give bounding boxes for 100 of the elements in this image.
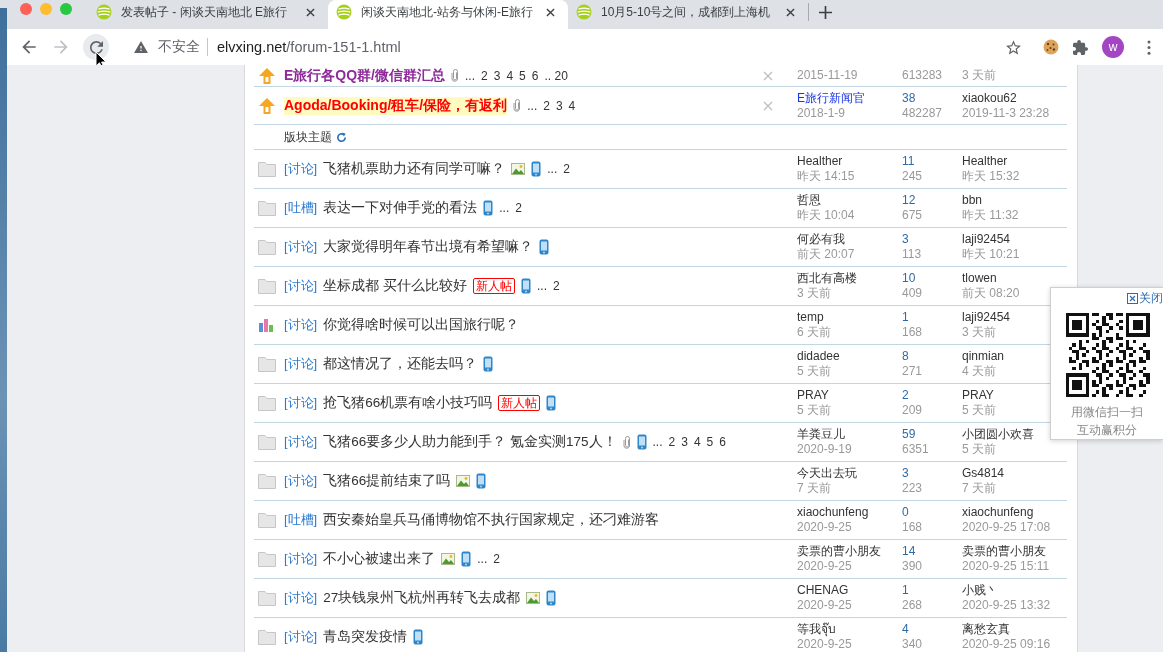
page-link[interactable]: 2 bbox=[668, 435, 676, 449]
thread-title-link[interactable]: 都这情况了，还能去吗？ bbox=[323, 355, 478, 373]
author-link[interactable]: 今天出去玩 bbox=[797, 466, 857, 481]
security-label[interactable]: 不安全 bbox=[158, 38, 200, 56]
category-link[interactable]: [讨论] bbox=[284, 589, 318, 607]
category-link[interactable]: [讨论] bbox=[284, 277, 318, 295]
category-link[interactable]: [讨论] bbox=[284, 628, 318, 646]
warning-icon[interactable] bbox=[134, 41, 148, 53]
thread-title-link[interactable]: 西安秦始皇兵马俑博物馆不执行国家规定，还刁难游客 bbox=[323, 511, 660, 529]
last-poster-link[interactable]: xiaochunfeng bbox=[962, 505, 1034, 520]
last-poster-link[interactable]: Healther bbox=[962, 154, 1008, 169]
category-link[interactable]: [吐槽] bbox=[284, 199, 318, 217]
author-link[interactable]: 卖票的曹小朋友 bbox=[797, 544, 881, 559]
last-poster-link[interactable]: laji92454 bbox=[962, 232, 1011, 247]
author-link[interactable]: 何必有我 bbox=[797, 232, 845, 247]
cookie-icon[interactable] bbox=[1043, 39, 1059, 55]
page-link[interactable]: 3 bbox=[493, 68, 501, 83]
category-link[interactable]: [讨论] bbox=[284, 355, 318, 373]
thread-title-link[interactable]: 飞猪66提前结束了吗 bbox=[323, 472, 451, 490]
thread-title-link[interactable]: E旅行各QQ群/微信群汇总 bbox=[284, 66, 445, 85]
thread-title-link[interactable]: 飞猪66要多少人助力能到手？ 氪金实测175人！ bbox=[323, 433, 617, 451]
profile-avatar[interactable]: w bbox=[1102, 36, 1124, 58]
author-link[interactable]: 等我จุ๊บ bbox=[797, 622, 836, 637]
thread-title-link[interactable]: 大家觉得明年春节出境有希望嘛？ bbox=[323, 238, 534, 256]
category-link[interactable]: [讨论] bbox=[284, 550, 318, 568]
category-link[interactable]: [吐槽] bbox=[284, 511, 318, 529]
page-link[interactable]: 4 bbox=[693, 435, 701, 449]
page-link[interactable]: 6 bbox=[719, 435, 726, 449]
page-link[interactable]: 2 bbox=[481, 68, 488, 83]
puzzle-icon[interactable] bbox=[1073, 39, 1088, 55]
refresh-icon[interactable] bbox=[336, 131, 347, 143]
author-link[interactable]: 西北有高楼 bbox=[797, 271, 857, 286]
category-link[interactable]: [讨论] bbox=[284, 433, 318, 451]
category-link[interactable]: [讨论] bbox=[284, 316, 318, 334]
post-date: 3 天前 bbox=[797, 286, 831, 301]
close-icon[interactable] bbox=[306, 7, 315, 17]
folder-icon bbox=[258, 512, 276, 528]
last-poster-link[interactable]: 离愁玄真 bbox=[962, 622, 1010, 637]
last-poster-link[interactable]: tlowen bbox=[962, 271, 997, 286]
browser-tab[interactable]: 闲谈天南地北-站务与休闲-E旅行 bbox=[328, 0, 568, 29]
category-link[interactable]: [讨论] bbox=[284, 160, 318, 178]
address-field[interactable]: elvxing.net/forum-151-1.html bbox=[217, 39, 401, 55]
author-link[interactable]: didadee bbox=[797, 349, 840, 364]
thread-title-link[interactable]: 飞猪机票助力还有同学可嘛？ bbox=[323, 160, 506, 178]
last-poster-link[interactable]: 小贱丶 bbox=[962, 583, 998, 598]
page-link[interactable]: 2 bbox=[543, 98, 550, 113]
page-link[interactable]: 4 bbox=[506, 68, 514, 83]
plus-icon[interactable] bbox=[819, 6, 832, 19]
page-link[interactable]: 6 bbox=[531, 68, 539, 83]
menu-icon[interactable] bbox=[1147, 39, 1151, 55]
phone-icon bbox=[636, 434, 647, 450]
close-icon[interactable] bbox=[786, 7, 795, 17]
author-link[interactable]: 羊粪豆儿 bbox=[797, 427, 845, 442]
thread-title-link[interactable]: 坐标成都 买什么比较好 bbox=[323, 277, 467, 295]
page-link[interactable]: 3 bbox=[555, 98, 563, 113]
page-link[interactable]: 3 bbox=[681, 435, 688, 449]
last-poster-link[interactable]: qinmian bbox=[962, 349, 1005, 364]
thread-title-link[interactable]: 不小心被逮出来了 bbox=[323, 550, 436, 568]
view-count: 168 bbox=[902, 325, 923, 340]
page-link[interactable]: 2 bbox=[515, 201, 522, 215]
page-link[interactable]: 4 bbox=[568, 98, 576, 113]
last-poster-link[interactable]: 卖票的曹小朋友 bbox=[962, 544, 1046, 559]
browser-tab[interactable]: 发表帖子 - 闲谈天南地北 E旅行 bbox=[88, 0, 328, 29]
last-poster-link[interactable]: Gs4814 bbox=[962, 466, 1005, 481]
thread-title-link[interactable]: Agoda/Booking/租车/保险，有返利 bbox=[284, 96, 508, 115]
author-link[interactable]: E旅行新闻官 bbox=[797, 90, 865, 106]
folder-icon bbox=[258, 161, 276, 177]
category-link[interactable]: [讨论] bbox=[284, 472, 318, 490]
author-link[interactable]: Healther bbox=[797, 154, 843, 169]
page-link[interactable]: .. 20 bbox=[544, 68, 568, 83]
reload-button[interactable] bbox=[83, 34, 109, 60]
author-link[interactable]: 哲恩 bbox=[797, 193, 821, 208]
page-link[interactable]: 5 bbox=[519, 68, 526, 83]
category-link[interactable]: [讨论] bbox=[284, 394, 318, 412]
page-link[interactable]: 2 bbox=[563, 162, 570, 176]
thread-title-link[interactable]: 抢飞猪66机票有啥小技巧吗 bbox=[323, 394, 493, 412]
category-link[interactable]: [讨论] bbox=[284, 238, 318, 256]
close-icon[interactable] bbox=[546, 7, 555, 17]
thread-title-link[interactable]: 你觉得啥时候可以出国旅行呢？ bbox=[323, 316, 520, 334]
author-link[interactable]: CHENAG bbox=[797, 583, 849, 598]
author-link[interactable]: temp bbox=[797, 310, 824, 325]
thread-title-link[interactable]: 青岛突发疫情 bbox=[323, 628, 408, 646]
close-link[interactable]: 关闭 bbox=[1127, 290, 1163, 307]
phone-icon bbox=[413, 629, 424, 645]
author-link[interactable]: xiaochunfeng bbox=[797, 505, 869, 520]
browser-tab[interactable]: 10月5-10号之间，成都到上海机 bbox=[568, 0, 808, 29]
site-logo-icon bbox=[576, 4, 592, 20]
thread-title-link[interactable]: 表达一下对伸手党的看法 bbox=[323, 199, 478, 217]
page-link[interactable]: 2 bbox=[493, 552, 500, 566]
last-poster-link[interactable]: bbn bbox=[962, 193, 983, 208]
last-poster-link[interactable]: 小团圆小欢喜 bbox=[962, 427, 1034, 442]
author-link[interactable]: PRAY bbox=[797, 388, 829, 403]
page-link[interactable]: 2 bbox=[553, 279, 560, 293]
last-poster-link[interactable]: laji92454 bbox=[962, 310, 1011, 325]
last-poster-link[interactable]: PRAY bbox=[962, 388, 994, 403]
page-link[interactable]: 5 bbox=[706, 435, 714, 449]
folder-icon bbox=[258, 551, 276, 567]
last-poster-link[interactable]: xiaokou62 bbox=[962, 90, 1017, 106]
thread-title-link[interactable]: 27块钱泉州飞杭州再转飞去成都 bbox=[323, 589, 521, 607]
star-icon[interactable] bbox=[1006, 39, 1021, 55]
